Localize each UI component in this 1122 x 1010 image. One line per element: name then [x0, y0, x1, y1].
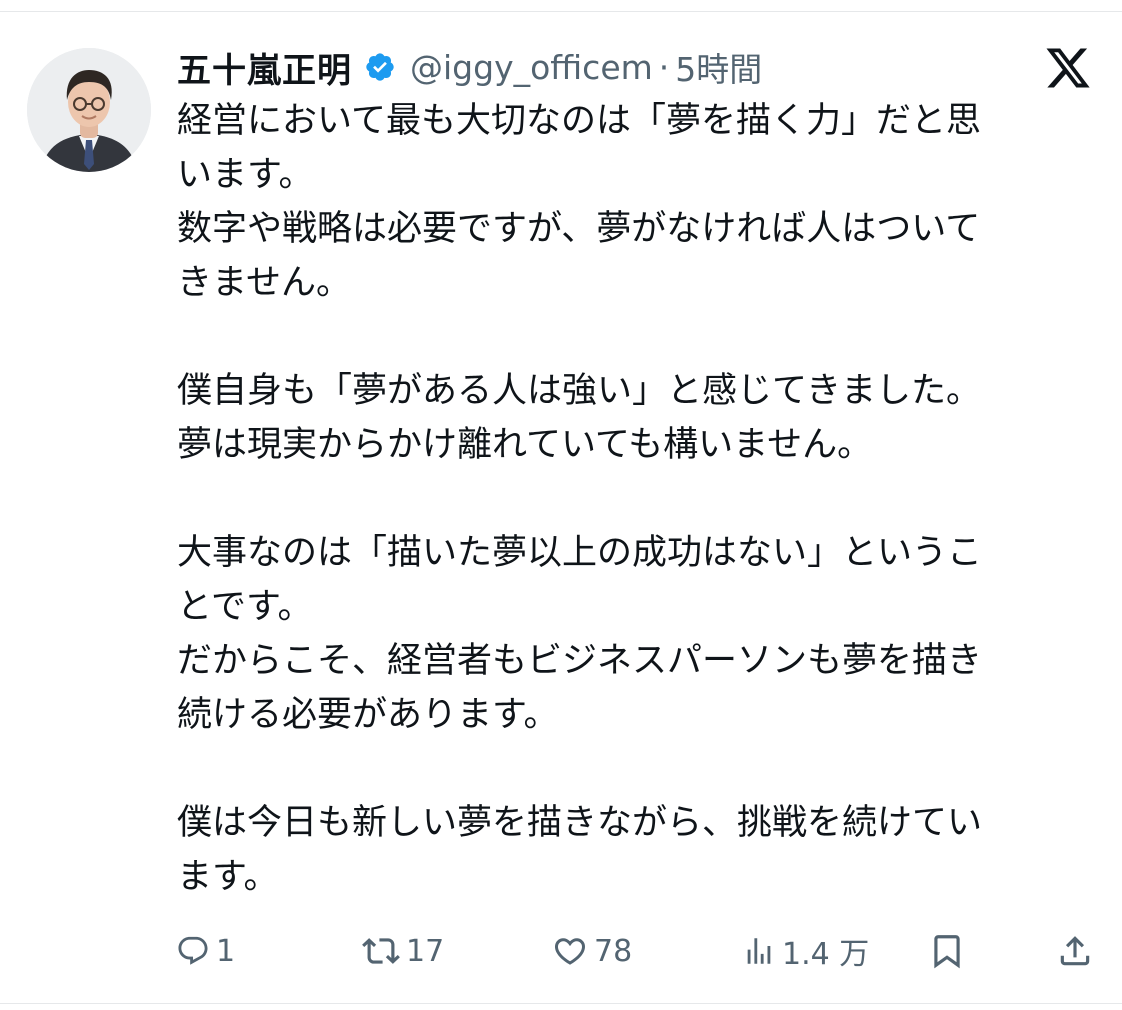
share-icon	[1060, 936, 1090, 966]
post-timestamp[interactable]: 5時間	[675, 43, 762, 91]
post-text-line: きません。	[177, 263, 351, 303]
repost-icon	[362, 938, 400, 964]
post-body: 経営において最も大切なのは「夢を描く力」だと思 います。 数字や戦略は必要ですが…	[177, 94, 1107, 904]
views-button[interactable]: 1.4 万	[742, 926, 869, 976]
separator-dot: ·	[658, 47, 670, 87]
top-divider	[0, 11, 1122, 12]
avatar[interactable]	[27, 48, 151, 172]
post-action-bar: 1 17 78 1.4 万	[0, 926, 1122, 976]
views-count: 1.4 万	[782, 937, 870, 972]
bookmark-icon	[934, 935, 960, 969]
post-text-line: 僕自身も「夢がある人は強い」と感じてきました。	[177, 371, 981, 411]
post-text-line: 夢は現実からかけ離れていても構いません。	[177, 425, 873, 465]
post-text-line: 続ける必要があります。	[177, 695, 559, 735]
post-text-line: だからこそ、経営者もビジネスパーソンも夢を描き	[177, 641, 983, 681]
reply-count: 1	[216, 933, 236, 969]
heart-icon	[554, 938, 586, 965]
repost-count: 17	[406, 933, 445, 969]
reply-button[interactable]: 1	[176, 926, 235, 976]
post-text-line: 僕は今日も新しい夢を描きながら、挑戦を続けてい	[177, 803, 983, 843]
post-text-line: 数字や戦略は必要ですが、夢がなければ人はついて	[177, 209, 981, 249]
post-header: 五十嵐正明 @iggy_officem · 5時間	[177, 42, 762, 92]
verified-badge-icon	[364, 51, 396, 83]
bookmark-button[interactable]	[928, 926, 966, 976]
post-text-line: 経営において最も大切なのは「夢を描く力」だと思	[177, 101, 981, 141]
post-text-line: 大事なのは「描いた夢以上の成功はない」というこ	[177, 533, 983, 573]
repost-button[interactable]: 17	[362, 926, 444, 976]
author-name[interactable]: 五十嵐正明	[177, 43, 352, 92]
profile-photo-icon	[27, 48, 151, 172]
post-text-line: います。	[177, 155, 314, 195]
post-text-line: ます。	[177, 857, 279, 897]
views-icon	[747, 938, 771, 964]
author-handle[interactable]: @iggy_officem	[410, 48, 653, 87]
like-count: 78	[594, 933, 633, 969]
like-button[interactable]: 78	[552, 926, 632, 976]
reply-icon	[178, 936, 208, 965]
share-button[interactable]	[1056, 926, 1094, 976]
x-logo-icon[interactable]	[1044, 44, 1092, 92]
post-text-line: とです。	[177, 587, 313, 627]
bottom-divider	[0, 1003, 1122, 1004]
